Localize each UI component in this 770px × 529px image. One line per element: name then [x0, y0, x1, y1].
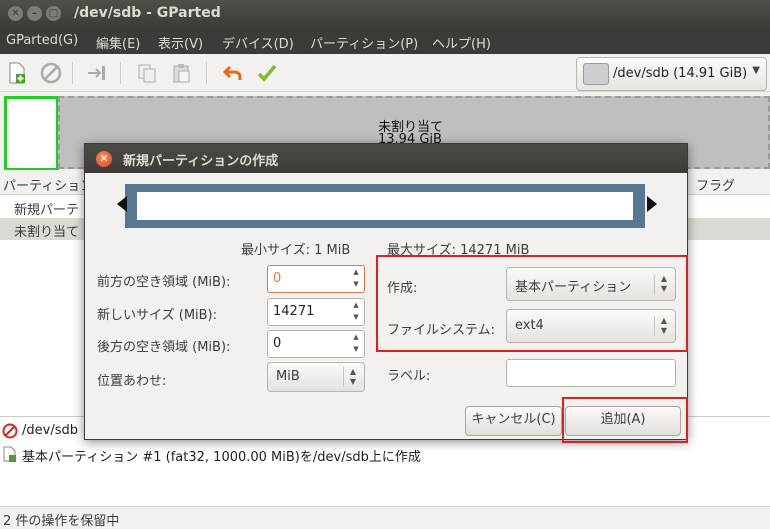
status-bar: 2 件の操作を保留中	[0, 506, 770, 529]
window-title-bar: ✕ – □ /dev/sdb - GParted	[0, 0, 770, 28]
undo-icon[interactable]	[222, 62, 244, 84]
operation-text: 基本パーティション #1 (fat32, 1000.00 MiB)を/dev/s…	[22, 450, 421, 465]
new-partition-icon[interactable]	[6, 62, 28, 84]
combo-separator	[343, 367, 344, 387]
toolbar-separator	[120, 62, 121, 84]
harddisk-icon	[583, 63, 609, 85]
column-header-partition[interactable]: パーティション	[3, 175, 93, 194]
menu-device[interactable]: デバイス(D)	[222, 33, 294, 52]
free-after-label: 後方の空き領域 (MiB):	[97, 340, 231, 355]
menu-gparted[interactable]: GParted(G)	[6, 33, 78, 48]
device-selector[interactable]: /dev/sdb (14.91 GiB) ▼	[576, 57, 767, 91]
close-icon[interactable]: ✕	[96, 151, 112, 167]
close-window-icon[interactable]: ✕	[8, 6, 23, 21]
create-partition-dialog: ✕ 新規パーティションの作成 最小サイズ: 1 MiB 最大サイズ: 14271…	[84, 143, 688, 443]
dialog-title: 新規パーティションの作成	[123, 154, 279, 169]
left-handle-icon[interactable]	[117, 196, 127, 212]
apply-icon[interactable]	[256, 62, 278, 84]
label-input[interactable]	[506, 359, 676, 387]
spin-up-icon[interactable]: ▲	[350, 332, 362, 343]
chevron-down-icon: ▼	[752, 65, 760, 76]
dialog-title-bar: ✕ 新規パーティションの作成	[85, 144, 687, 173]
free-after-input[interactable]: 0 ▲ ▼	[267, 330, 365, 358]
window-title: /dev/sdb - GParted	[74, 5, 221, 21]
device-selector-label: /dev/sdb (14.91 GiB)	[613, 66, 748, 81]
right-handle-icon[interactable]	[647, 196, 657, 212]
maximize-window-icon[interactable]: □	[46, 6, 61, 21]
resize-move-icon[interactable]	[86, 62, 108, 84]
highlight-box	[562, 397, 688, 443]
new-size-input[interactable]: 14271 ▲ ▼	[267, 298, 365, 326]
highlight-box	[376, 255, 688, 352]
resizer-partition[interactable]	[137, 192, 633, 220]
partition-resizer[interactable]	[117, 180, 657, 236]
new-size-value: 14271	[273, 304, 315, 319]
free-before-label: 前方の空き領域 (MiB):	[97, 275, 231, 290]
status-text: 2 件の操作を保留中	[3, 514, 120, 529]
min-size-label: 最小サイズ: 1 MiB	[241, 243, 351, 258]
cancel-button[interactable]: キャンセル(C)	[465, 406, 562, 436]
menu-view[interactable]: 表示(V)	[158, 33, 203, 52]
operation-text: /dev/sdb	[22, 423, 78, 438]
graph-new-partition[interactable]	[4, 96, 59, 171]
delete-icon	[2, 423, 18, 439]
menu-partition[interactable]: パーティション(P)	[310, 33, 418, 52]
free-before-value: 0	[273, 271, 282, 286]
new-size-label: 新しいサイズ (MiB):	[97, 308, 218, 323]
delete-partition-icon[interactable]	[40, 62, 62, 84]
new-partition-icon	[2, 446, 18, 462]
partition-name: 未割り当て	[14, 225, 80, 240]
partition-name: 新規パーテ	[14, 203, 80, 218]
align-select[interactable]: MiB ▲ ▼	[267, 362, 365, 392]
spin-down-icon[interactable]: ▼	[350, 312, 362, 323]
free-before-input[interactable]: 0 ▲ ▼	[267, 265, 365, 293]
menu-edit[interactable]: 編集(E)	[96, 33, 140, 52]
spin-up-icon[interactable]: ▲	[350, 300, 362, 311]
copy-icon[interactable]	[136, 62, 158, 84]
minimize-window-icon[interactable]: –	[27, 6, 42, 21]
align-value: MiB	[276, 369, 300, 384]
align-label: 位置あわせ:	[97, 374, 167, 389]
spin-down-icon[interactable]: ▼	[350, 344, 362, 355]
menubar: GParted(G) 編集(E) 表示(V) デバイス(D) パーティション(P…	[0, 28, 770, 54]
paste-icon[interactable]	[170, 62, 192, 84]
toolbar-separator	[206, 62, 207, 84]
spin-up-icon[interactable]: ▲	[350, 267, 362, 278]
spin-down-icon[interactable]: ▼	[350, 279, 362, 290]
list-item[interactable]: 基本パーティション #1 (fat32, 1000.00 MiB)を/dev/s…	[0, 443, 770, 465]
label-label: ラベル:	[387, 369, 431, 384]
resizer-bar	[125, 184, 645, 228]
toolbar-separator	[72, 62, 73, 84]
column-header-flags[interactable]: フラグ	[696, 175, 735, 194]
chevron-updown-icon: ▲ ▼	[349, 367, 357, 386]
menu-help[interactable]: ヘルプ(H)	[432, 33, 491, 52]
free-after-value: 0	[273, 336, 282, 351]
toolbar: /dev/sdb (14.91 GiB) ▼	[0, 54, 770, 92]
